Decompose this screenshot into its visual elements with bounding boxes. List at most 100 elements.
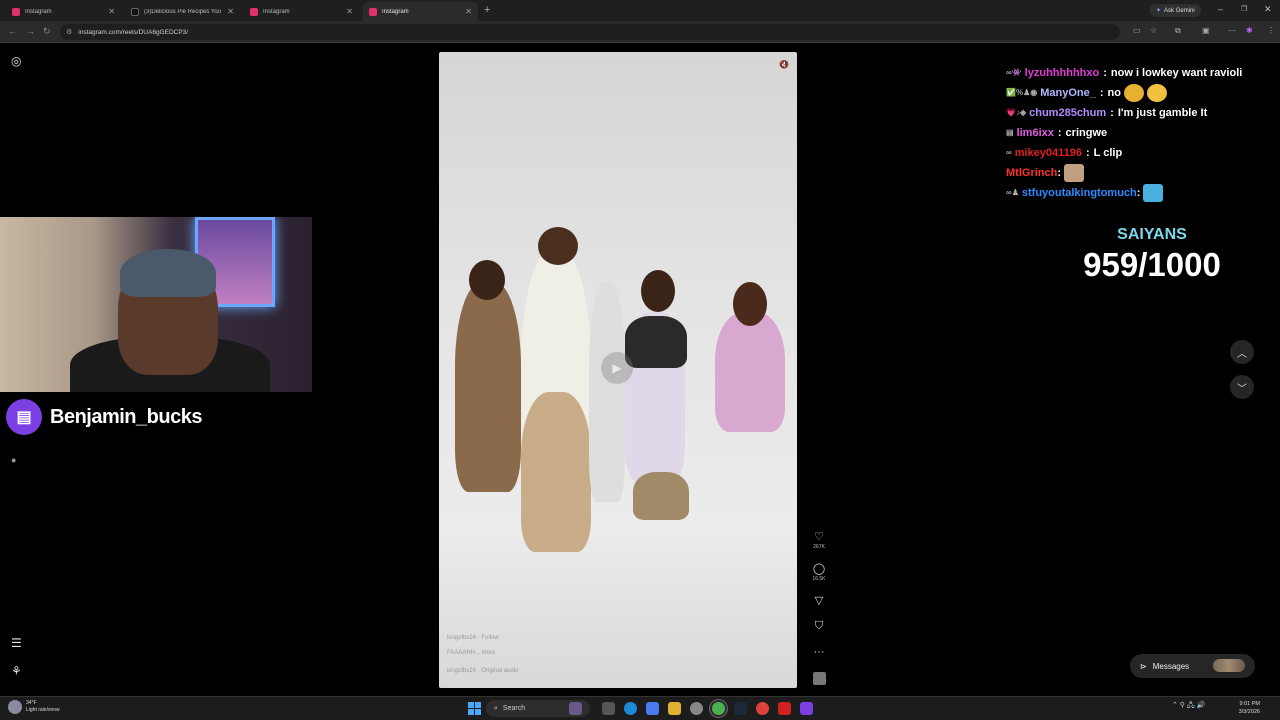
address-bar[interactable]: ⚙ instagram.com/reels/DUA6gGEDCP3/ <box>60 24 1120 40</box>
clock[interactable]: 9:01 PM 3/3/2026 <box>1226 700 1260 716</box>
back-icon[interactable]: ← <box>8 26 17 36</box>
task-view-icon[interactable] <box>602 702 615 715</box>
emote-icon <box>1143 183 1164 202</box>
audio-thumbnail[interactable] <box>810 672 828 690</box>
reel-audio[interactable]: kingofbx24 · Original audio <box>447 668 518 674</box>
reload-icon[interactable]: ↻ <box>43 26 51 37</box>
more-options-button[interactable]: ··· <box>810 646 828 658</box>
badge-icon: ▤ <box>1006 128 1014 137</box>
emote-icon <box>1147 83 1167 102</box>
start-button[interactable] <box>468 702 481 715</box>
close-tab-icon[interactable]: ✕ <box>227 7 234 16</box>
chat-username: chum285chum <box>1029 106 1107 119</box>
chat-text: no <box>1107 86 1121 99</box>
gemini-icon: ✦ <box>1156 8 1162 14</box>
person-figure <box>455 282 521 492</box>
browser-tab-active[interactable]: Instagram ✕ <box>363 2 478 21</box>
messages-button[interactable]: ⊳ Messages <box>1130 654 1255 678</box>
browser-tab[interactable]: Instagram ✕ <box>6 2 121 21</box>
sidebar-icon[interactable]: ▣ <box>1202 26 1210 35</box>
settings-icon[interactable] <box>690 702 703 715</box>
close-tab-icon[interactable]: ✕ <box>346 7 353 16</box>
twitch-icon: ▤ <box>6 399 42 435</box>
person-figure <box>469 260 505 300</box>
app-icon[interactable] <box>756 702 769 715</box>
instagram-logo-icon[interactable]: ◎ <box>11 54 21 68</box>
browser-tab[interactable]: Instagram ✕ <box>244 2 359 21</box>
share-button[interactable]: ▽ <box>810 594 828 607</box>
badge-icon: 💗♪◈ <box>1006 108 1027 117</box>
person-figure <box>538 227 578 265</box>
kebab-menu-icon[interactable]: ⋮ <box>1267 26 1275 35</box>
person-figure <box>641 270 675 312</box>
chat-message: ✅%♟◉ ManyOne_: no <box>1006 83 1276 102</box>
reel-username[interactable]: kingofbx24 · Follow <box>447 635 518 641</box>
extensions-icon[interactable]: ⧉ <box>1175 26 1181 36</box>
bookmark-star-icon[interactable]: ☆ <box>1150 26 1157 35</box>
chat-text: I'm just gamble It <box>1117 106 1208 119</box>
save-button[interactable]: ⛉ <box>810 620 828 633</box>
close-tab-icon[interactable]: ✕ <box>465 7 472 16</box>
chat-username: stfuyoutalkingtomuch <box>1021 186 1137 199</box>
person-figure <box>733 282 767 326</box>
close-window-button[interactable]: ✕ <box>1264 4 1272 15</box>
badge-icon: ✅%♟◉ <box>1006 88 1038 97</box>
chat-message: MtlGrinch: <box>1006 163 1276 182</box>
site-info-icon[interactable]: ⚙ <box>66 28 72 36</box>
chat-text: cringwe <box>1065 126 1108 139</box>
profile-icon[interactable]: ✱ <box>1246 26 1253 35</box>
reel-caption-text[interactable]: FAAAAHH... more <box>447 650 518 656</box>
emote-icon <box>1064 163 1085 182</box>
goal-label: SAIYANS <box>1117 226 1187 243</box>
comment-button[interactable]: ◯ 16.5K <box>810 562 828 582</box>
chat-username: mikey041196 <box>1014 146 1082 159</box>
minimize-button[interactable]: – <box>1218 4 1223 14</box>
streamer-tag: ▤ Benjamin_bucks <box>6 399 202 435</box>
chat-username: lim6ixx <box>1016 126 1054 139</box>
threads-icon[interactable]: ⚘ <box>11 664 22 678</box>
heart-icon: ♡ <box>814 531 824 543</box>
person-figure <box>715 312 785 432</box>
chat-message: 💗♪◈ chum285chum: I'm just gamble It <box>1006 106 1208 119</box>
mute-icon[interactable]: 🔇 <box>779 60 789 69</box>
weather-widget[interactable]: 34°F Light rain/snow <box>8 700 60 714</box>
streamer-name: Benjamin_bucks <box>50 405 202 428</box>
close-tab-icon[interactable]: ✕ <box>108 7 115 16</box>
cast-icon[interactable]: ▭ <box>1133 26 1141 35</box>
new-tab-button[interactable]: + <box>484 4 490 16</box>
ask-gemini-button[interactable]: ✦ Ask Gemini <box>1150 4 1201 17</box>
chat-text: now i lowkey want ravioli <box>1110 66 1243 79</box>
more-menu-icon[interactable]: ☰ <box>11 636 22 650</box>
reel-video[interactable]: 🔇 ▶ kingofbx24 · Follow FAAAAHH... more … <box>439 52 797 688</box>
more-icon: ··· <box>813 646 825 658</box>
badge-icon: ∞♟ <box>1006 188 1019 197</box>
steam-icon[interactable] <box>734 702 747 715</box>
forward-icon[interactable]: → <box>26 26 35 36</box>
app-icon[interactable] <box>569 702 582 715</box>
edge-icon[interactable] <box>624 702 637 715</box>
restore-button[interactable]: ❐ <box>1241 5 1247 13</box>
chat-username: lyzuhhhhhhxo <box>1024 66 1100 79</box>
next-reel-button[interactable]: ﹀ <box>1230 375 1254 399</box>
instagram-favicon-icon <box>250 7 258 16</box>
like-button[interactable]: ♡ 267K <box>810 530 828 550</box>
copilot-icon[interactable] <box>646 702 659 715</box>
profile-avatar-icon[interactable]: ● <box>11 455 16 465</box>
app-icon[interactable] <box>778 702 791 715</box>
person-figure <box>625 316 687 368</box>
previous-reel-button[interactable]: ︿ <box>1230 340 1254 364</box>
badge-icon: ∞👾 <box>1006 68 1022 77</box>
windows-taskbar: 34°F Light rain/snow ⌕ Search ⌃ ⚲ 🖧 🔊 9:0… <box>0 696 1280 720</box>
browser-tab[interactable]: (3)Delicious Pie Recipes You Ne ✕ <box>125 2 240 21</box>
menu-icon[interactable]: ⋯ <box>1228 26 1236 35</box>
bookmark-icon: ⛉ <box>814 620 824 632</box>
tab-bar: Instagram ✕ (3)Delicious Pie Recipes You… <box>0 0 1280 21</box>
discord-icon[interactable] <box>800 702 813 715</box>
system-tray[interactable]: ⌃ ⚲ 🖧 🔊 <box>1172 701 1205 712</box>
instagram-favicon-icon <box>12 7 20 16</box>
share-icon: ▽ <box>814 595 824 607</box>
chat-message: ▤ lim6ixx: cringwe <box>1006 126 1108 139</box>
play-icon[interactable]: ▶ <box>601 352 633 384</box>
chrome-icon[interactable] <box>712 702 725 715</box>
file-explorer-icon[interactable] <box>668 702 681 715</box>
